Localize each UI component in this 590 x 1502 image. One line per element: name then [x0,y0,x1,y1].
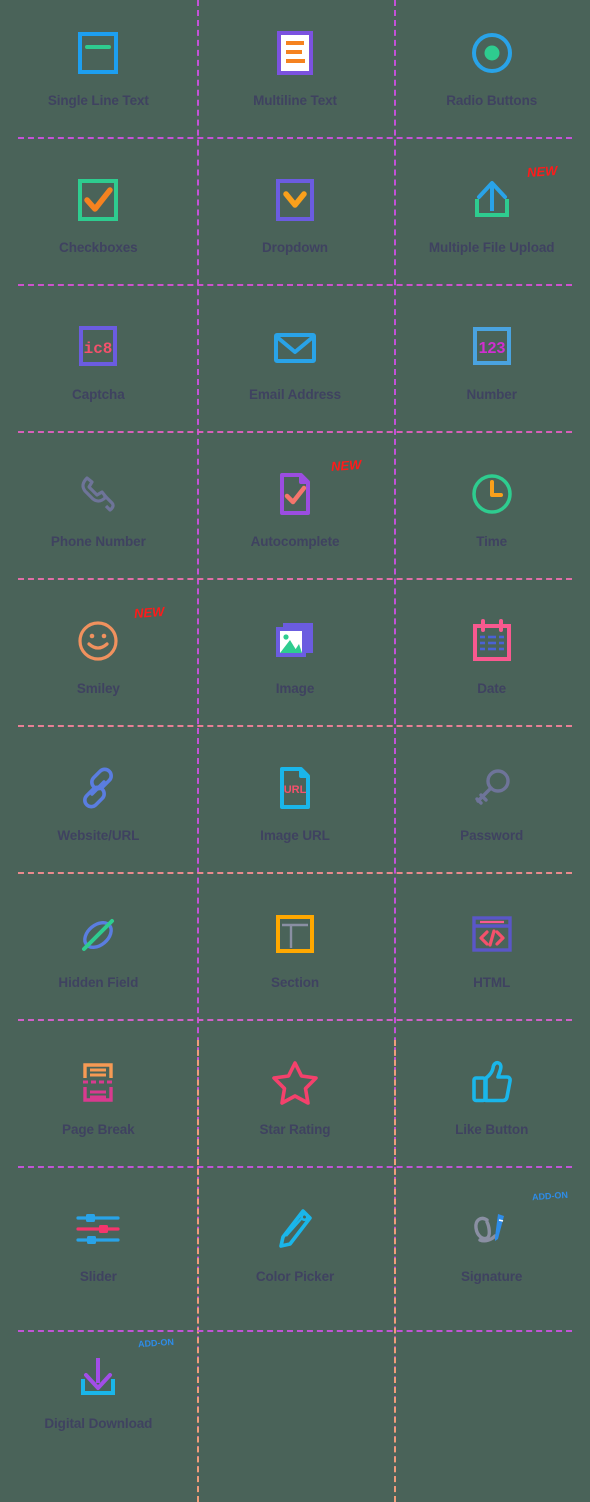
field-label: Smiley [76,681,120,696]
field-card-email[interactable]: Email Address [197,300,394,447]
field-card-password[interactable]: Password [393,741,590,888]
file-upload-icon: NEW [456,163,558,231]
field-label: Color Picker [255,1269,335,1284]
field-card-phone[interactable]: Phone Number [0,447,197,594]
new-badge: NEW [330,456,362,475]
radio-buttons-icon [456,22,528,84]
email-icon [259,316,331,378]
single-line-text-icon [62,22,134,84]
field-card-digital-download[interactable]: ADD-ON Digital Download [0,1329,197,1476]
field-card-image-url[interactable]: URL Image URL [197,741,394,888]
color-picker-icon [259,1198,331,1260]
thumbs-up-icon [456,1051,528,1113]
smiley-icon: NEW [62,604,165,672]
field-label: Date [477,681,507,696]
field-label: Digital Download [44,1416,153,1431]
field-card-hidden-field[interactable]: Hidden Field [0,888,197,1035]
field-label: Image [275,681,315,696]
field-label: Captcha [72,387,125,402]
new-badge: NEW [133,603,165,622]
field-card-checkboxes[interactable]: Checkboxes [0,153,197,300]
field-label: Email Address [248,387,341,402]
field-card-time[interactable]: Time [393,447,590,594]
captcha-glyph: ic8 [84,340,113,358]
field-card-captcha[interactable]: ic8 Captcha [0,300,197,447]
field-card-signature[interactable]: ADD-ON Signature [393,1182,590,1329]
number-glyph: 123 [478,340,505,357]
dropdown-icon [259,169,331,231]
field-label: Dropdown [262,240,328,255]
field-card-star-rating[interactable]: Star Rating [197,1035,394,1182]
field-card-color-picker[interactable]: Color Picker [197,1182,394,1329]
field-card-single-line-text[interactable]: Single Line Text [0,6,197,153]
field-label: Slider [79,1269,117,1284]
link-icon [62,757,134,819]
addon-badge: ADD-ON [531,1189,568,1203]
field-card-like-button[interactable]: Like Button [393,1035,590,1182]
new-badge: NEW [526,162,559,181]
field-card-website-url[interactable]: Website/URL [0,741,197,888]
field-grid: Single Line Text Multiline Text Radio Bu… [0,0,590,1502]
field-label: Multiline Text [253,93,337,108]
field-label: Section [270,975,320,990]
digital-download-icon: ADD-ON [62,1337,175,1407]
field-card-autocomplete[interactable]: NEW Autocomplete [197,447,394,594]
key-icon [456,757,528,819]
field-card-image[interactable]: Image [197,594,394,741]
page-break-icon [62,1051,134,1113]
hidden-field-icon [62,904,134,966]
section-icon [259,904,331,966]
field-label: Checkboxes [59,240,138,255]
phone-icon [62,463,134,525]
field-label: Signature [460,1269,523,1284]
autocomplete-icon: NEW [259,457,361,525]
field-label: Page Break [62,1122,135,1137]
field-label: Password [460,828,524,843]
field-card-dropdown[interactable]: Dropdown [197,153,394,300]
html-code-icon [456,904,528,966]
field-label: Like Button [455,1122,529,1137]
field-label: Website/URL [57,828,140,843]
field-card-file-upload[interactable]: NEW Multiple File Upload [393,153,590,300]
field-card-slider[interactable]: Slider [0,1182,197,1329]
field-label: Time [476,534,508,549]
field-card-date[interactable]: Date [393,594,590,741]
image-url-icon: URL [259,757,331,819]
image-icon [259,610,331,672]
star-icon [259,1051,331,1113]
field-label: Star Rating [259,1122,331,1137]
multiline-text-icon [259,22,331,84]
field-card-radio-buttons[interactable]: Radio Buttons [393,6,590,153]
signature-icon: ADD-ON [456,1190,568,1260]
field-label: Phone Number [50,534,146,549]
url-glyph: URL [284,784,307,796]
field-card-section[interactable]: Section [197,888,394,1035]
field-label: Number [466,387,517,402]
field-label: Hidden Field [58,975,139,990]
field-label: Autocomplete [250,534,340,549]
addon-badge: ADD-ON [137,1336,175,1350]
date-icon [456,610,528,672]
time-icon [456,463,528,525]
field-label: HTML [473,975,511,990]
field-card-multiline-text[interactable]: Multiline Text [197,6,394,153]
field-label: Radio Buttons [446,93,538,108]
number-icon: 123 [456,316,528,378]
field-label: Image URL [260,828,330,843]
field-label: Multiple File Upload [428,240,555,255]
field-card-page-break[interactable]: Page Break [0,1035,197,1182]
captcha-icon: ic8 [62,316,134,378]
field-label: Single Line Text [47,93,149,108]
icon-board: Single Line Text Multiline Text Radio Bu… [0,0,590,1502]
field-card-smiley[interactable]: NEW Smiley [0,594,197,741]
field-card-number[interactable]: 123 Number [393,300,590,447]
checkbox-icon [62,169,134,231]
slider-icon [62,1198,134,1260]
field-card-html[interactable]: HTML [393,888,590,1035]
